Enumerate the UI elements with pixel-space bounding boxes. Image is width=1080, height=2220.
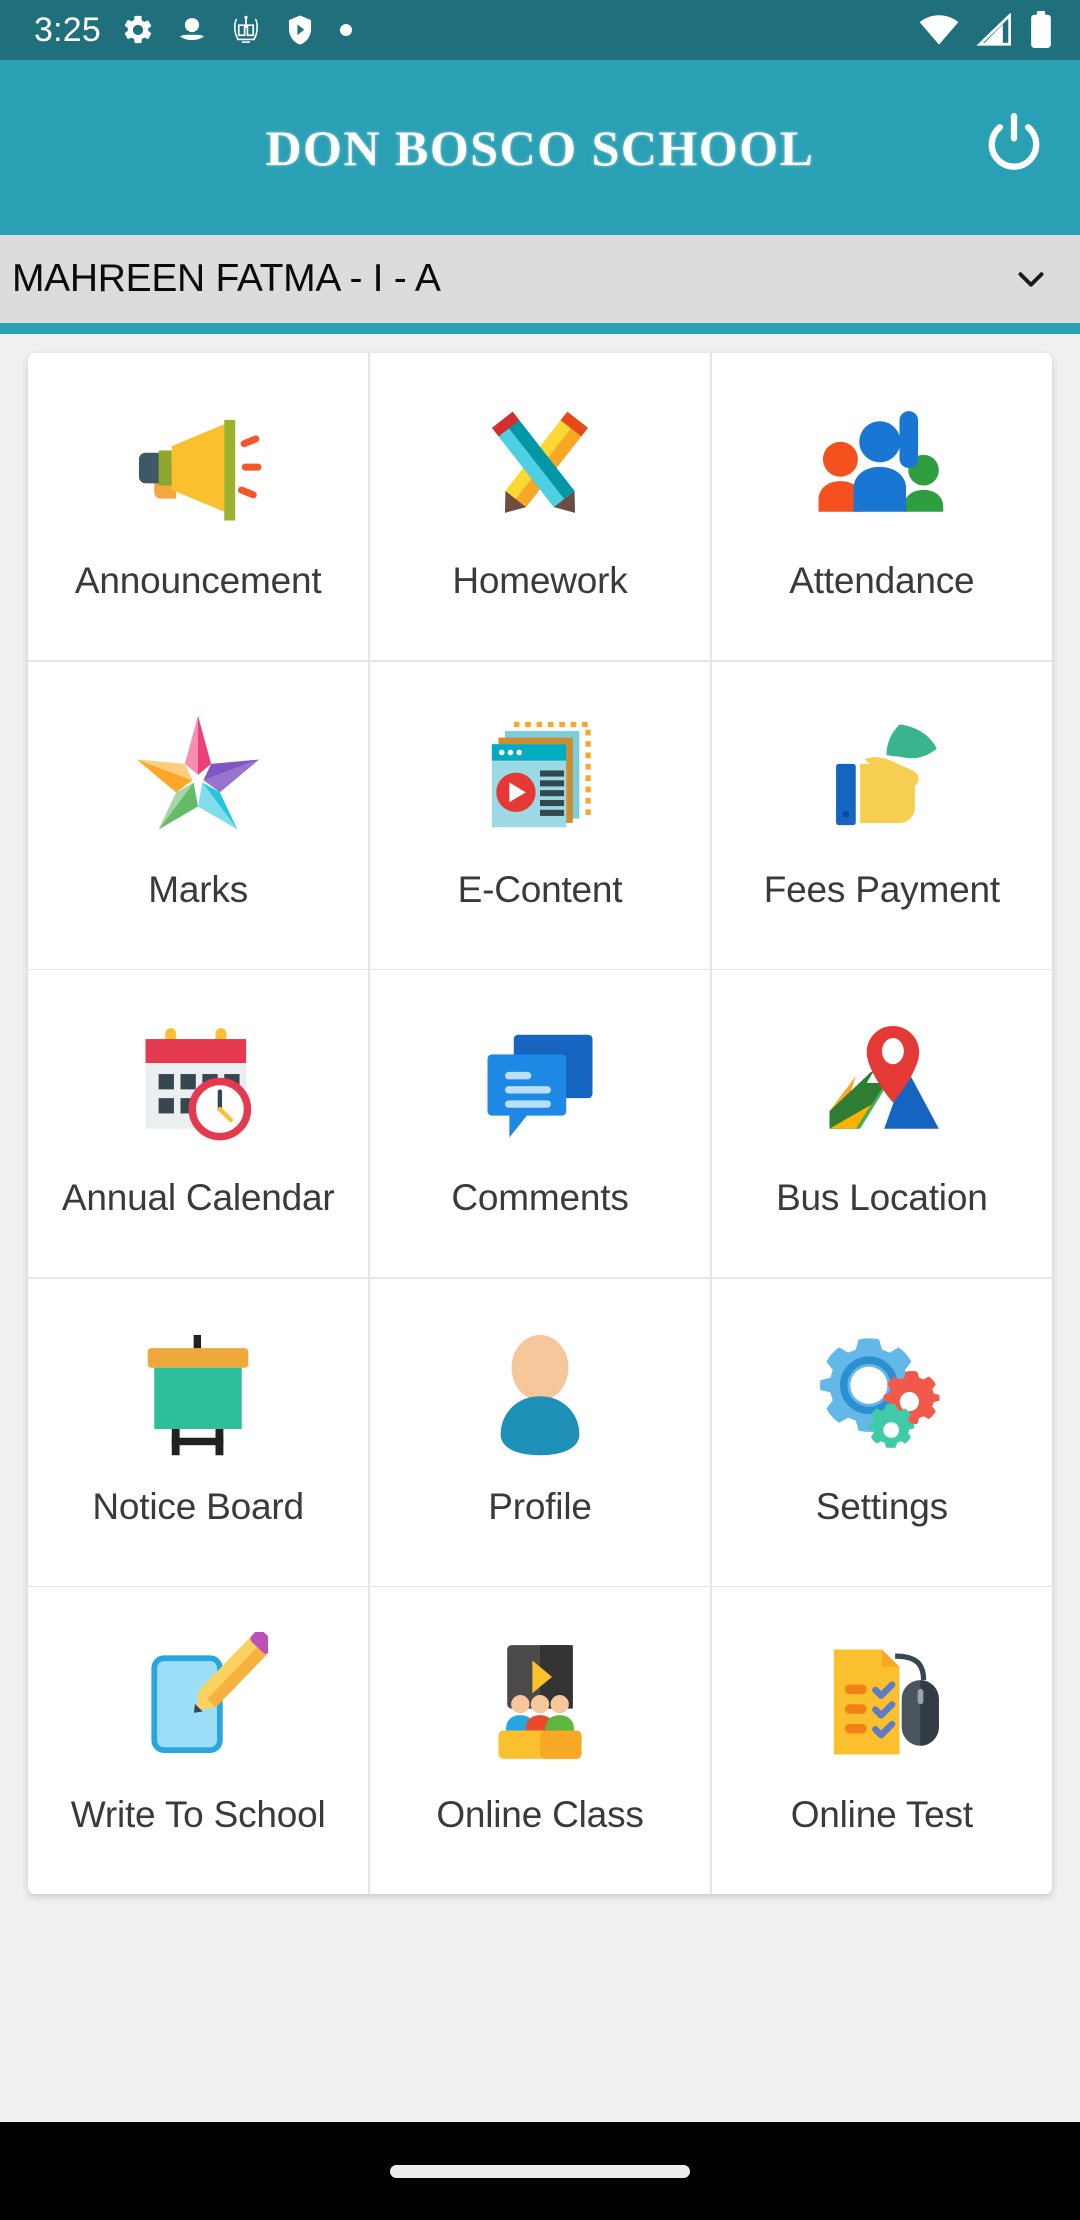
app-screen: 3:25 DON BOSCO SCHOOL MAHREEN FATMA - I … [0,0,1080,2220]
menu-tile-label: Settings [815,1485,948,1527]
media-documents-icon [465,702,615,852]
battery-icon [1028,11,1054,49]
logout-button[interactable] [968,102,1060,194]
cellular-signal-icon [974,13,1014,47]
menu-tile-label: Bus Location [776,1177,988,1218]
menu-tile-label: Comments [451,1177,629,1218]
dot-icon [337,21,355,39]
gear-icon [121,13,155,47]
screen-students-icon [465,1627,615,1777]
menu-tile-label: Marks [148,868,249,910]
person-badge-icon [175,13,209,47]
person-avatar-icon [465,1319,615,1469]
power-icon [978,109,1050,186]
menu-tile-announcement[interactable]: Announcement [28,353,369,660]
status-bar-right-cluster [918,11,1054,49]
menu-tile-settings[interactable]: Settings [711,1278,1052,1586]
menu-tile-label: Notice Board [92,1485,304,1527]
menu-tile-online-class[interactable]: Online Class [369,1587,711,1894]
menu-tile-profile[interactable]: Profile [369,1278,711,1586]
crossed-pencils-icon [465,393,615,543]
home-indicator[interactable] [390,2164,690,2178]
map-pin-icon [807,1010,957,1160]
shield-play-icon [283,13,317,47]
wifi-icon [918,13,960,47]
megaphone-icon [123,393,273,543]
menu-tile-homework[interactable]: Homework [369,353,711,660]
school-crest-icon [229,13,263,47]
note-pencil-icon [123,1627,273,1777]
people-raised-hand-icon [807,393,957,543]
page-title: DON BOSCO SCHOOL [265,119,815,176]
menu-tile-marks[interactable]: Marks [28,661,369,969]
menu-tile-e-content[interactable]: E-Content [369,661,711,969]
menu-tile-label: Online Class [436,1794,644,1835]
status-bar: 3:25 [0,0,1080,60]
menu-grid: Announcement Homework Attendance Marks E… [28,353,1052,1894]
menu-tile-comments[interactable]: Comments [369,970,711,1277]
menu-tile-attendance[interactable]: Attendance [711,353,1052,660]
chevron-down-icon [1008,256,1054,302]
menu-grid-container: Announcement Homework Attendance Marks E… [28,353,1052,1894]
selector-accent-divider [0,323,1080,334]
app-bar: DON BOSCO SCHOOL [0,60,1080,235]
menu-tile-label: Announcement [74,560,322,601]
chat-bubbles-icon [465,1010,615,1160]
student-selector-value: MAHREEN FATMA - I - A [12,257,441,300]
menu-tile-bus-location[interactable]: Bus Location [711,970,1052,1277]
menu-tile-label: Annual Calendar [61,1177,335,1218]
menu-tile-write-to-school[interactable]: Write To School [28,1587,369,1894]
menu-tile-notice-board[interactable]: Notice Board [28,1278,369,1586]
menu-tile-fees-payment[interactable]: Fees Payment [711,661,1052,969]
menu-tile-label: Homework [452,560,628,601]
menu-tile-annual-calendar[interactable]: Annual Calendar [28,970,369,1277]
hand-money-icon [807,702,957,852]
gears-icon [807,1319,957,1469]
checklist-mouse-icon [807,1627,957,1777]
star-icon [123,702,273,852]
menu-tile-label: E-Content [457,868,623,910]
menu-tile-label: Online Test [790,1794,973,1835]
menu-tile-label: Attendance [789,560,975,601]
menu-tile-label: Fees Payment [763,868,1000,910]
status-bar-left-cluster: 3:25 [34,13,355,47]
menu-tile-label: Write To School [70,1794,326,1835]
system-navigation-bar [0,2122,1080,2220]
menu-tile-online-test[interactable]: Online Test [711,1587,1052,1894]
menu-tile-label: Profile [488,1485,592,1527]
easel-board-icon [123,1319,273,1469]
status-bar-clock: 3:25 [34,11,101,49]
calendar-clock-icon [123,1010,273,1160]
student-selector-dropdown[interactable]: MAHREEN FATMA - I - A [0,235,1080,323]
